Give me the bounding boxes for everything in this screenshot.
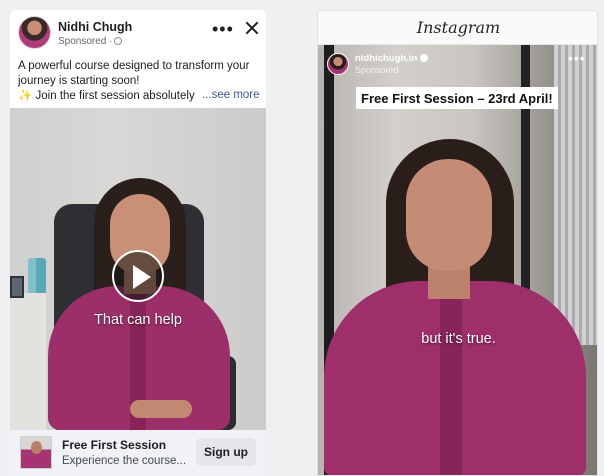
presenter-face — [406, 159, 492, 271]
caption-text: Join the first session absolutely — [35, 90, 195, 102]
sign-up-button[interactable]: Sign up — [196, 438, 256, 466]
video-bottles — [28, 258, 46, 293]
sparkle-icon: ✨ — [18, 90, 33, 102]
sponsored-text: Sponsored · — [58, 36, 113, 47]
facebook-ad-card: Nidhi Chugh Sponsored · ••• A powerful c… — [10, 10, 266, 476]
more-horizontal-icon[interactable]: ••• — [212, 20, 234, 38]
page-name[interactable]: Nidhi Chugh — [58, 20, 132, 34]
sponsored-label: Sponsored · — [58, 36, 123, 47]
video-blinds — [554, 45, 597, 345]
caption-line: A powerful course designed to transform … — [18, 60, 250, 72]
more-horizontal-icon[interactable]: ••• — [568, 51, 586, 65]
post-header: Nidhi Chugh Sponsored · ••• — [10, 10, 266, 60]
reel-sponsored-label: Sponsored — [355, 65, 399, 75]
instagram-ad-card: Instagram nidhichugh.in Sponsored ••• Fr… — [317, 10, 598, 476]
close-icon[interactable] — [244, 20, 260, 36]
cta-bar: Free First Session Experience the course… — [10, 430, 266, 476]
instagram-logo: Instagram — [416, 18, 501, 37]
presenter-kurta-placket — [440, 295, 462, 475]
cta-title: Free First Session — [62, 438, 167, 452]
cta-description: Experience the course... — [62, 455, 187, 467]
globe-icon — [114, 37, 123, 45]
verified-icon — [420, 54, 429, 62]
reel-subtitle: but it's true. — [421, 331, 496, 347]
reel-video[interactable]: nidhichugh.in Sponsored ••• Free First S… — [318, 45, 597, 475]
play-triangle — [133, 265, 151, 289]
play-icon[interactable] — [112, 250, 164, 302]
handle-text: nidhichugh.in — [355, 53, 418, 64]
see-more-link[interactable]: ...see more — [199, 89, 260, 101]
instagram-top-bar: Instagram — [318, 11, 597, 45]
profile-avatar[interactable] — [18, 16, 51, 49]
video-monitor — [10, 276, 24, 298]
cta-thumbnail — [20, 436, 52, 469]
caption-line: journey is starting soon! — [18, 75, 140, 87]
ad-preview-stage: Nidhi Chugh Sponsored · ••• A powerful c… — [0, 0, 604, 476]
reel-banner-text: Free First Session – 23rd April! — [356, 87, 558, 109]
presenter-hands — [130, 400, 192, 418]
reel-avatar[interactable] — [327, 53, 349, 75]
ad-video[interactable]: That can help — [10, 108, 266, 430]
reel-handle[interactable]: nidhichugh.in — [355, 53, 429, 64]
video-subtitle: That can help — [94, 312, 182, 328]
